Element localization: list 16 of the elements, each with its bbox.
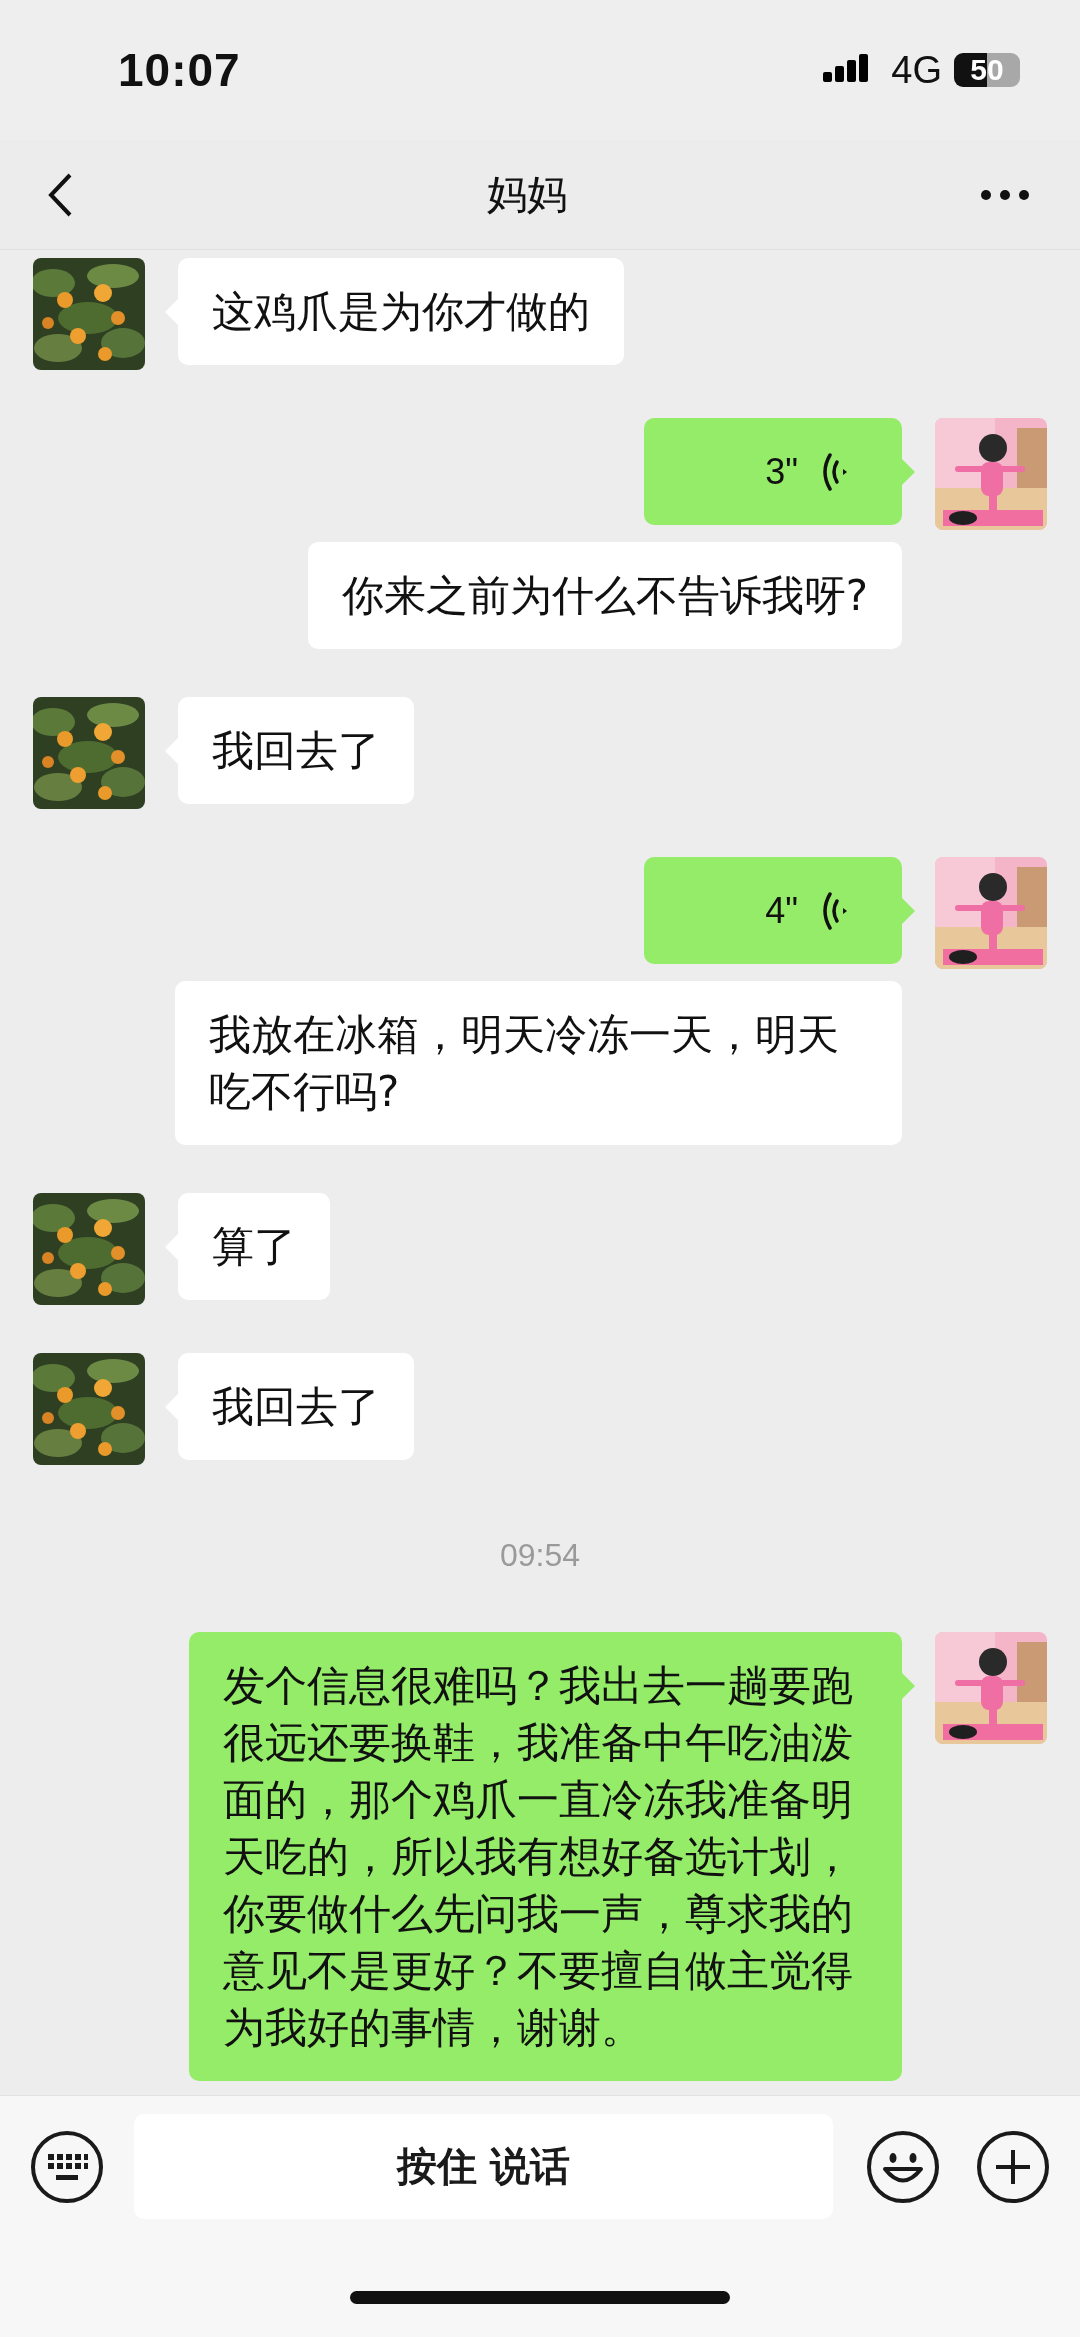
hold-to-talk-button[interactable]: 按住 说话	[134, 2114, 833, 2219]
message-bubble[interactable]: 我放在冰箱，明天冷冻一天，明天吃不行吗?	[175, 981, 902, 1145]
plus-icon[interactable]	[976, 2129, 1050, 2204]
chat-title: 妈妈	[487, 170, 567, 219]
battery-icon: 50	[954, 53, 1020, 87]
network-label: 4G	[891, 48, 942, 92]
status-time: 10:07	[118, 43, 241, 97]
voice-icon	[822, 890, 848, 931]
message-bubble[interactable]: 你来之前为什么不告诉我呀?	[307, 542, 902, 649]
emoji-icon[interactable]	[866, 2129, 940, 2204]
bubble-tail	[901, 897, 915, 925]
voice-icon	[822, 451, 848, 492]
bubble-tail	[901, 458, 915, 486]
timestamp: 09:54	[499, 1537, 581, 1574]
more-icon[interactable]	[980, 188, 1030, 201]
keyboard-icon[interactable]	[30, 2129, 104, 2204]
